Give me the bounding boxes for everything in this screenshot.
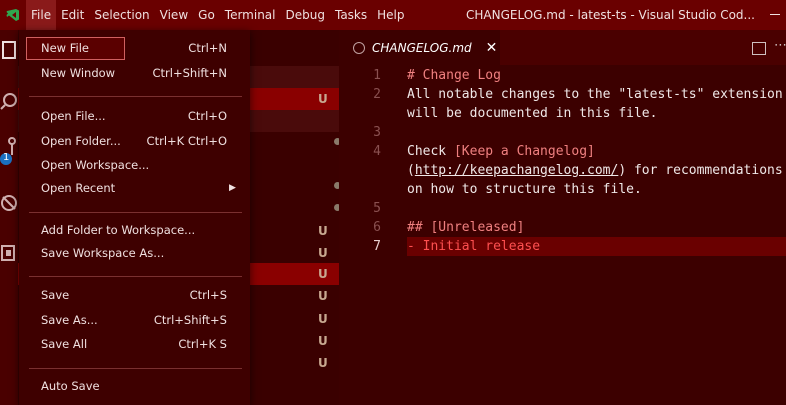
menu-edit[interactable]: Edit	[56, 0, 89, 30]
menu-view[interactable]: View	[155, 0, 193, 30]
menu-go[interactable]: Go	[193, 0, 220, 30]
line-number: 3	[373, 125, 381, 140]
source-control-icon[interactable]: 1	[0, 135, 18, 165]
menu-terminal[interactable]: Terminal	[220, 0, 281, 30]
menu-file[interactable]: File	[26, 0, 57, 30]
code-line: Check [Keep a Changelog]	[407, 142, 595, 161]
git-status-badge: U	[318, 312, 328, 326]
menu-selection[interactable]: Selection	[89, 0, 154, 30]
menu-item-new-file-row[interactable]: New File Ctrl+N	[19, 37, 250, 60]
link-text: [Keep a Changelog]	[453, 144, 595, 159]
line-number: 2	[373, 87, 381, 102]
menu-item-label: Save As...	[41, 313, 98, 327]
menu-item-shortcut: Ctrl+K Ctrl+O	[146, 134, 227, 148]
git-status-badge: U	[318, 224, 328, 238]
menu-item-open-file[interactable]: Open File... Ctrl+O	[19, 105, 250, 128]
line-number: 5	[373, 201, 381, 216]
menu-item-shortcut: Ctrl+Shift+S	[153, 313, 227, 327]
code-line: (http://keepachangelog.com/) for recomme…	[407, 161, 783, 180]
git-status-badge: U	[318, 356, 328, 370]
git-status-badge: U	[318, 92, 328, 106]
code-line: All notable changes to the "latest-ts" e…	[407, 87, 783, 102]
more-actions-icon[interactable]: ⋯	[774, 38, 786, 53]
close-icon[interactable]: ✕	[486, 40, 498, 56]
minimize-icon[interactable]	[770, 14, 780, 15]
menu-item-shortcut: Ctrl+N	[188, 41, 227, 55]
code-line: ## [Unreleased]	[407, 220, 525, 235]
menu-item-shortcut: Ctrl+S	[189, 288, 227, 302]
editor-tab-bar: CHANGELOG.md ✕	[339, 30, 786, 65]
open-preview-icon[interactable]	[752, 42, 766, 55]
submenu-arrow-icon: ▶	[229, 183, 236, 193]
menu-help[interactable]: Help	[372, 0, 409, 30]
menu-item-new-window[interactable]: New Window Ctrl+Shift+N	[19, 62, 250, 85]
menu-item-shortcut: Ctrl+O	[187, 109, 227, 123]
code-line: # Change Log	[407, 68, 501, 83]
menu-separator	[29, 368, 242, 369]
title-bar: File Edit Selection View Go Terminal Deb…	[0, 0, 786, 30]
menu-item-label: Add Folder to Workspace...	[41, 223, 196, 237]
extensions-icon[interactable]	[0, 238, 18, 268]
menu-item-label: Open Recent	[41, 181, 116, 195]
line-number: 4	[373, 144, 381, 159]
git-status-badge: U	[318, 246, 328, 260]
menu-item-add-folder[interactable]: Add Folder to Workspace...	[19, 219, 250, 242]
menu-item-label: Save	[41, 288, 70, 302]
line-number: 7	[373, 239, 381, 254]
debug-icon[interactable]	[0, 188, 18, 218]
code-text: ) for recommendations	[618, 163, 783, 178]
menu-separator	[29, 276, 242, 277]
window-title: CHANGELOG.md - latest-ts - Visual Studio…	[466, 8, 755, 22]
code-line: - Initial release	[407, 239, 541, 254]
code-text: (	[407, 163, 415, 178]
menu-item-save[interactable]: Save Ctrl+S	[19, 284, 250, 307]
menu-item-label: New File	[41, 41, 89, 55]
line-number: 1	[373, 68, 381, 83]
code-line: will be documented in this file.	[407, 106, 658, 121]
git-status-badge: U	[318, 289, 328, 303]
search-icon[interactable]	[0, 90, 18, 120]
link-url[interactable]: http://keepachangelog.com/	[415, 163, 619, 178]
menu-item-label: Save All	[41, 337, 88, 351]
menu-item-save-as[interactable]: Save As... Ctrl+Shift+S	[19, 309, 250, 332]
activity-bar: 1	[0, 30, 18, 405]
menu-item-shortcut: Ctrl+Shift+N	[152, 66, 227, 80]
tab-title: CHANGELOG.md	[372, 40, 472, 55]
file-menu-dropdown: New File Ctrl+N New Window Ctrl+Shift+N …	[19, 30, 250, 405]
code-line: on how to structure this file.	[407, 182, 642, 197]
files-icon[interactable]	[0, 38, 18, 68]
git-status-badge: U	[318, 334, 328, 348]
menu-separator	[29, 212, 242, 213]
menu-debug[interactable]: Debug	[281, 0, 330, 30]
menu-item-auto-save[interactable]: Auto Save	[19, 375, 250, 398]
menu-item-label: Open Workspace...	[41, 158, 150, 172]
menu-tasks[interactable]: Tasks	[330, 0, 372, 30]
menu-item-label: Open File...	[41, 109, 106, 123]
git-status-badge: U	[318, 267, 328, 281]
menu-item-save-workspace-as[interactable]: Save Workspace As...	[19, 242, 250, 265]
code-editor[interactable]: 1 2 3 4 5 6 7 # Change Log All notable c…	[339, 65, 786, 405]
menu-item-save-all[interactable]: Save All Ctrl+K S	[19, 333, 250, 356]
menu-item-open-workspace[interactable]: Open Workspace...	[19, 154, 250, 177]
tab-changelog[interactable]: CHANGELOG.md ✕	[339, 30, 500, 65]
menu-item-label: Save Workspace As...	[41, 246, 165, 260]
markdown-preview-icon	[353, 41, 365, 54]
code-text: Check	[407, 144, 454, 159]
line-number: 6	[373, 220, 381, 235]
menu-item-label: Open Folder...	[41, 134, 121, 148]
source-control-badge: 1	[3, 152, 10, 163]
menu-item-label: Auto Save	[41, 379, 100, 393]
menu-separator	[29, 96, 242, 97]
menu-item-shortcut: Ctrl+K S	[178, 337, 227, 351]
menu-item-open-recent[interactable]: Open Recent ▶	[19, 177, 250, 200]
menu-item-label: New Window	[41, 66, 116, 80]
menu-item-open-folder[interactable]: Open Folder... Ctrl+K Ctrl+O	[19, 130, 250, 153]
vscode-logo-icon	[4, 6, 22, 24]
